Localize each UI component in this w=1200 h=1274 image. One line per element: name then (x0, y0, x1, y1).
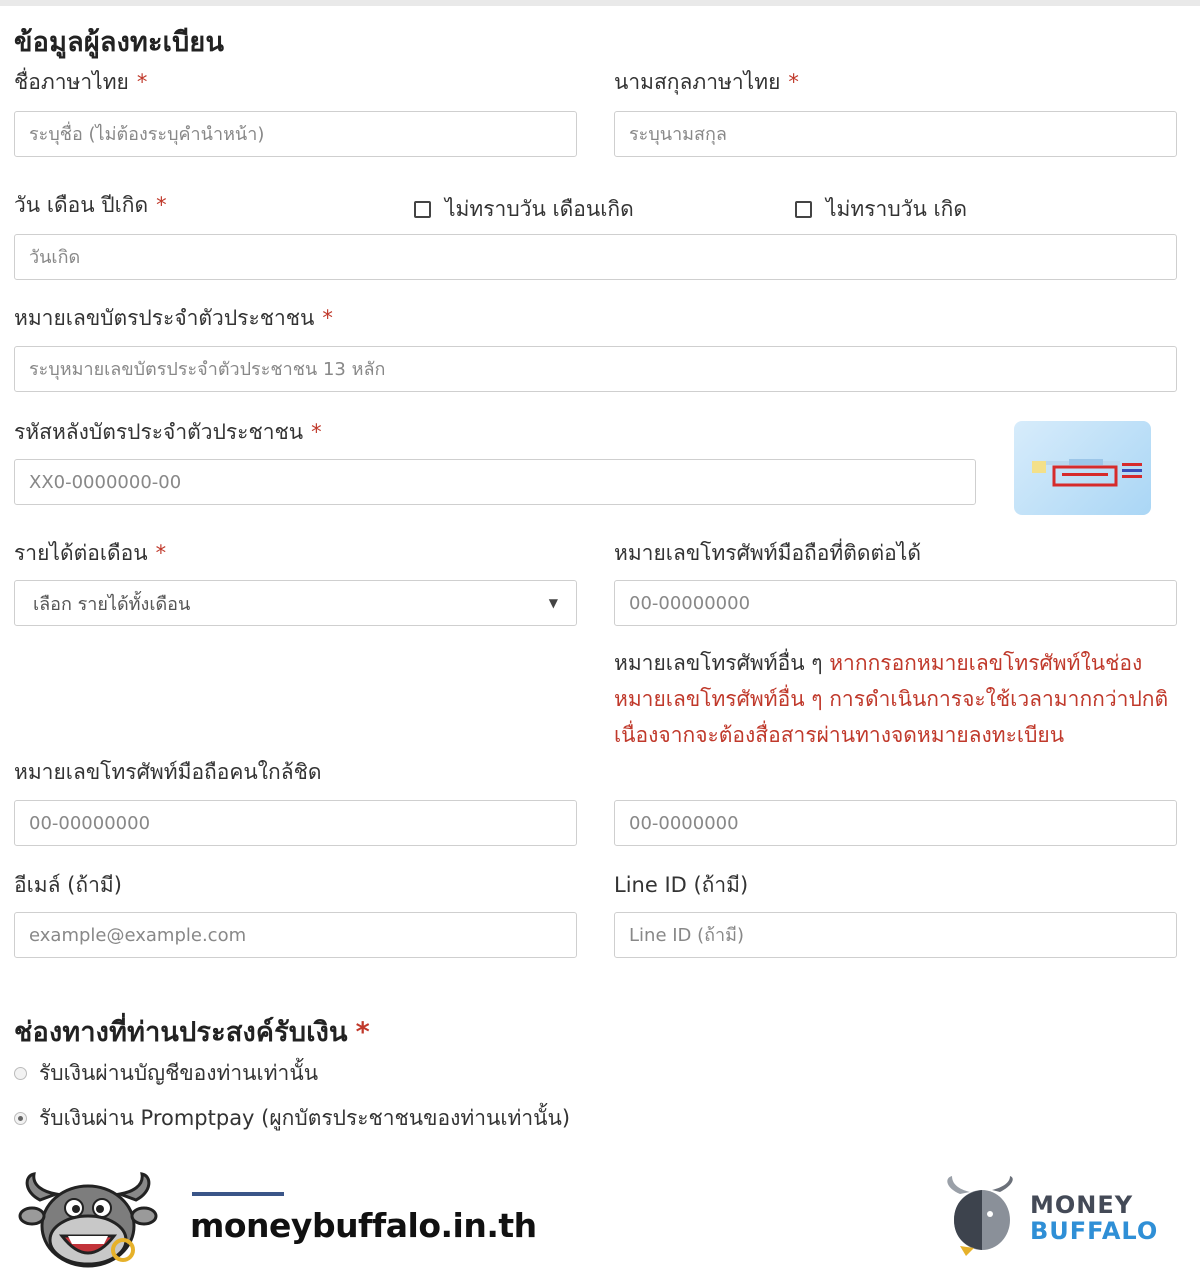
payment-option-promptpay[interactable]: รับเงินผ่าน Promptpay (ผูกบัตรประชาชนของ… (14, 1102, 570, 1135)
close-contact-label: หมายเลขโทรศัพท์มือถือคนใกล้ชิด (14, 760, 322, 784)
income-selected-value: เลือก รายได้ทั้งเดือน (33, 593, 191, 615)
chevron-down-icon: ▼ (548, 596, 558, 610)
required-mark: * (355, 1017, 370, 1048)
money-buffalo-logo-icon (947, 1176, 1013, 1256)
id-number-label-text: หมายเลขบัตรประจำตัวประชาชน (14, 306, 315, 330)
id-back-code-label-text: รหัสหลังบัตรประจำตัวประชาชน (14, 420, 304, 444)
last-name-label-text: นามสกุลภาษาไทย (614, 70, 781, 94)
unknown-day-label: ไม่ทราบวัน เกิด (826, 197, 968, 221)
first-name-label-text: ชื่อภาษาไทย (14, 70, 129, 94)
section-title: ข้อมูลผู้ลงทะเบียน (14, 27, 225, 58)
brand-line1: MONEY (1030, 1191, 1134, 1219)
birthdate-input[interactable] (14, 234, 1177, 280)
birthdate-label: วัน เดือน ปีเกิด * (14, 189, 167, 222)
line-id-label: Line ID (ถ้ามี) (614, 873, 749, 897)
footer-url[interactable]: moneybuffalo.in.th (190, 1206, 537, 1245)
footer: moneybuffalo.in.th MONEY BUFFALO (0, 1156, 1200, 1274)
other-phone-label: หมายเลขโทรศัพท์อื่น ๆ (614, 651, 823, 675)
income-label-text: รายได้ต่อเดือน (14, 541, 148, 565)
payment-option-account[interactable]: รับเงินผ่านบัญชีของท่านเท่านั้น (14, 1057, 318, 1090)
id-back-code-label: รหัสหลังบัตรประจำตัวประชาชน * (14, 416, 322, 449)
id-number-label: หมายเลขบัตรประจำตัวประชาชน * (14, 302, 333, 335)
required-mark: * (155, 541, 167, 565)
line-id-input[interactable] (614, 912, 1177, 958)
income-select[interactable]: เลือก รายได้ทั้งเดือน ▼ (14, 580, 577, 626)
payment-option-promptpay-label: รับเงินผ่าน Promptpay (ผูกบัตรประชาชนของ… (39, 1106, 571, 1130)
footer-accent-bar (192, 1192, 284, 1196)
brand-line2: BUFFALO (1030, 1217, 1159, 1245)
last-name-label: นามสกุลภาษาไทย * (614, 66, 799, 99)
unknown-day-checkbox[interactable]: ไม่ทราบวัน เกิด (795, 193, 967, 226)
last-name-input[interactable] (614, 111, 1177, 157)
required-mark: * (156, 193, 167, 217)
unknown-day-month-label: ไม่ทราบวัน เดือนเกิด (445, 197, 634, 221)
required-mark: * (322, 306, 333, 330)
required-mark: * (136, 70, 148, 94)
radio-button[interactable] (14, 1067, 27, 1080)
id-card-back-graphic (1032, 459, 1142, 487)
payment-title: ช่องทางที่ท่านประสงค์รับเงิน * (14, 1010, 370, 1053)
close-contact-input[interactable] (14, 800, 577, 846)
id-card-back-icon (1014, 421, 1151, 515)
payment-title-text: ช่องทางที่ท่านประสงค์รับเงิน (14, 1017, 348, 1048)
required-mark: * (788, 70, 799, 94)
required-mark: * (311, 420, 322, 444)
mobile-label: หมายเลขโทรศัพท์มือถือที่ติดต่อได้ (614, 541, 921, 565)
id-number-input[interactable] (14, 346, 1177, 392)
email-input[interactable] (14, 912, 577, 958)
money-buffalo-wordmark: MONEY BUFFALO (1030, 1192, 1158, 1244)
birthdate-label-text: วัน เดือน ปีเกิด (14, 193, 149, 217)
other-phone-note: หมายเลขโทรศัพท์อื่น ๆ หากกรอกหมายเลขโทรศ… (614, 645, 1179, 753)
email-label: อีเมล์ (ถ้ามี) (14, 873, 122, 897)
first-name-label: ชื่อภาษาไทย * (14, 66, 147, 99)
unknown-day-month-checkbox[interactable]: ไม่ทราบวัน เดือนเกิด (414, 193, 634, 226)
income-label: รายได้ต่อเดือน * (14, 537, 166, 570)
other-phone-input[interactable] (614, 800, 1177, 846)
buffalo-mascot-icon (18, 1172, 158, 1268)
id-back-code-input[interactable] (14, 459, 976, 505)
checkbox-square[interactable] (414, 201, 431, 218)
mobile-input[interactable] (614, 580, 1177, 626)
checkbox-square[interactable] (795, 201, 812, 218)
payment-option-account-label: รับเงินผ่านบัญชีของท่านเท่านั้น (39, 1061, 319, 1085)
top-divider (0, 0, 1200, 6)
radio-button-selected[interactable] (14, 1112, 27, 1125)
first-name-input[interactable] (14, 111, 577, 157)
